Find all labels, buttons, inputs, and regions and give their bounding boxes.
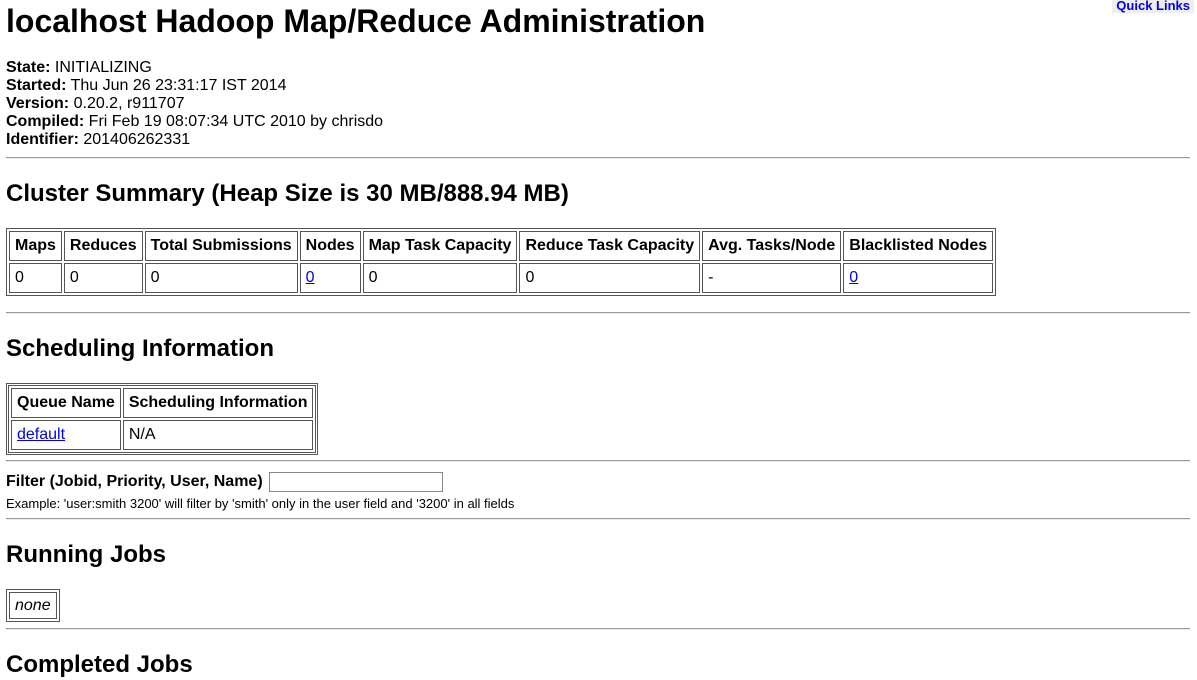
table-row: 0 0 0 0 0 0 - 0 <box>9 263 994 293</box>
col-scheduling-information: Scheduling Information <box>122 388 314 418</box>
scheduling-info-value: N/A <box>122 420 314 450</box>
reduces-value: 0 <box>63 263 143 293</box>
page-title: localhost Hadoop Map/Reduce Administrati… <box>6 3 706 39</box>
cluster-summary-table: Maps Reduces Total Submissions Nodes Map… <box>6 228 997 296</box>
info-version: Version: 0.20.2, r911707 <box>6 95 185 112</box>
col-nodes: Nodes <box>299 231 361 261</box>
filter-row: Filter (Jobid, Priority, User, Name) <box>6 472 444 492</box>
maps-value: 0 <box>9 263 62 293</box>
col-queue-name: Queue Name <box>11 388 121 418</box>
col-total-submissions: Total Submissions <box>144 231 298 261</box>
running-jobs-empty: none <box>9 592 57 619</box>
avg-tasks-node-value: - <box>702 263 842 293</box>
divider <box>6 628 1190 630</box>
queue-default-link[interactable]: default <box>17 426 65 443</box>
col-maps: Maps <box>9 231 62 261</box>
col-map-task-capacity: Map Task Capacity <box>362 231 518 261</box>
nodes-link[interactable]: 0 <box>306 269 315 286</box>
blacklisted-nodes-cell: 0 <box>843 263 994 293</box>
cluster-summary-heading: Cluster Summary (Heap Size is 30 MB/888.… <box>6 180 569 207</box>
col-reduce-task-capacity: Reduce Task Capacity <box>519 231 701 261</box>
filter-input[interactable] <box>269 472 444 492</box>
table-header-row: Maps Reduces Total Submissions Nodes Map… <box>9 231 994 261</box>
divider <box>6 312 1190 314</box>
filter-label: Filter (Jobid, Priority, User, Name) <box>6 473 263 491</box>
info-state: State: INITIALIZING <box>6 59 152 76</box>
running-jobs-heading: Running Jobs <box>6 541 166 568</box>
divider <box>6 518 1190 520</box>
jobtracker-info: State: INITIALIZING Started: Thu Jun 26 … <box>6 59 383 149</box>
divider <box>6 157 1190 159</box>
table-header-row: Queue Name Scheduling Information <box>11 388 314 418</box>
map-task-capacity-value: 0 <box>362 263 518 293</box>
quick-links-link[interactable]: Quick Links <box>1112 0 1194 13</box>
filter-example-text: Example: 'user:smith 3200' will filter b… <box>6 496 515 511</box>
col-blacklisted-nodes: Blacklisted Nodes <box>843 231 994 261</box>
running-jobs-table: none <box>6 589 60 622</box>
info-identifier: Identifier: 201406262331 <box>6 131 191 148</box>
reduce-task-capacity-value: 0 <box>519 263 701 293</box>
completed-jobs-heading: Completed Jobs <box>6 651 193 678</box>
blacklisted-nodes-link[interactable]: 0 <box>849 269 858 286</box>
queue-name-cell: default <box>11 420 121 450</box>
info-started: Started: Thu Jun 26 23:31:17 IST 2014 <box>6 77 287 94</box>
divider <box>6 460 1190 462</box>
col-reduces: Reduces <box>63 231 143 261</box>
table-row: default N/A <box>11 420 314 450</box>
col-avg-tasks-node: Avg. Tasks/Node <box>702 231 842 261</box>
scheduling-table: Queue Name Scheduling Information defaul… <box>6 383 319 455</box>
total-submissions-value: 0 <box>144 263 298 293</box>
scheduling-information-heading: Scheduling Information <box>6 335 274 362</box>
nodes-cell: 0 <box>299 263 361 293</box>
info-compiled: Compiled: Fri Feb 19 08:07:34 UTC 2010 b… <box>6 113 384 130</box>
